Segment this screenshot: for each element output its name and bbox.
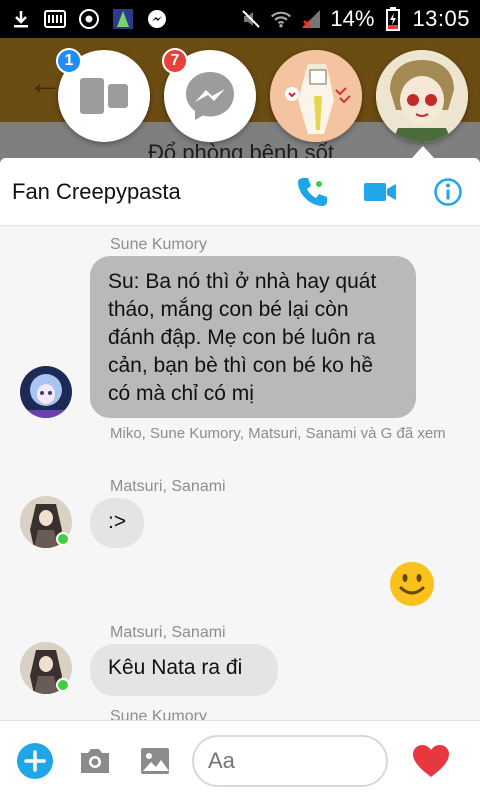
image-icon <box>141 747 169 774</box>
no-signal-icon <box>300 8 322 30</box>
avatar <box>376 50 468 142</box>
message-bubble[interactable]: Su: Ba nó thì ở nhà hay quát tháo, mắng … <box>90 256 416 418</box>
avatar[interactable] <box>20 366 72 418</box>
message-text: Su: Ba nó thì ở nhà hay quát tháo, mắng … <box>108 270 377 405</box>
conversation-title[interactable]: Fan Creepypasta <box>12 179 264 205</box>
seen-receipt: Miko, Sune Kumory, Matsuri, Sanami và G … <box>110 425 446 442</box>
send-heart-button[interactable] <box>406 736 456 786</box>
smiley-emoji-icon[interactable] <box>388 560 436 613</box>
wifi-icon <box>270 8 292 30</box>
camera-button[interactable] <box>70 736 120 786</box>
sender-name: Sune Kumory <box>110 236 207 253</box>
app-icon <box>44 8 66 30</box>
message-list[interactable]: Sune Kumory Su: Ba nó thì ở nhà hay quát… <box>0 226 480 720</box>
sender-name: Matsuri, Sanami <box>110 478 226 495</box>
conversation-info-button[interactable] <box>428 172 468 212</box>
sender-name: Sune Kumory <box>110 708 207 720</box>
plus-icon <box>17 742 53 779</box>
message-bubble[interactable]: Kêu Nata ra đi <box>90 644 278 696</box>
back-arrow-icon: ← <box>28 64 62 102</box>
heart-icon <box>413 744 449 777</box>
video-camera-icon <box>364 182 396 201</box>
unread-badge: 1 <box>56 48 82 74</box>
battery-icon <box>382 7 404 31</box>
unread-badge: 7 <box>162 48 188 74</box>
chat-header: Fan Creepypasta <box>0 158 480 226</box>
gallery-button[interactable] <box>130 736 180 786</box>
voice-call-button[interactable] <box>292 172 332 212</box>
add-button[interactable] <box>10 736 60 786</box>
battery-percent: 14% <box>330 6 375 31</box>
chrome-icon <box>78 8 100 30</box>
info-icon <box>434 177 462 206</box>
message-bubble[interactable]: :> <box>90 498 144 548</box>
messenger-notification-icon <box>146 8 168 30</box>
message-text: Kêu Nata ra đi <box>108 656 243 679</box>
chat-panel: Fan Creepypasta Sune Kumory Su: Ba nó th… <box>0 158 480 800</box>
notification-icons <box>10 8 168 30</box>
status-bar: 14% 13:05 <box>0 0 480 38</box>
mute-icon <box>240 8 262 30</box>
chat-head-contact[interactable] <box>376 50 468 142</box>
phone-icon <box>298 177 327 206</box>
avatar <box>270 50 362 142</box>
multiwindow-icon <box>80 78 128 114</box>
camera-icon <box>81 748 109 773</box>
download-icon <box>10 8 32 30</box>
sender-name: Matsuri, Sanami <box>110 624 226 641</box>
clock: 13:05 <box>412 6 470 31</box>
chat-head-pointer <box>412 146 434 158</box>
message-input-box[interactable] <box>192 734 480 787</box>
messenger-icon <box>186 72 234 120</box>
message-composer <box>0 720 480 800</box>
online-status-dot <box>56 532 70 546</box>
system-icons: 14% 13:05 <box>240 6 470 32</box>
online-status-dot <box>56 678 70 692</box>
game-icon <box>112 8 134 30</box>
chat-head-contact[interactable] <box>270 50 362 142</box>
message-text: :> <box>108 510 127 533</box>
video-call-button[interactable] <box>360 172 400 212</box>
